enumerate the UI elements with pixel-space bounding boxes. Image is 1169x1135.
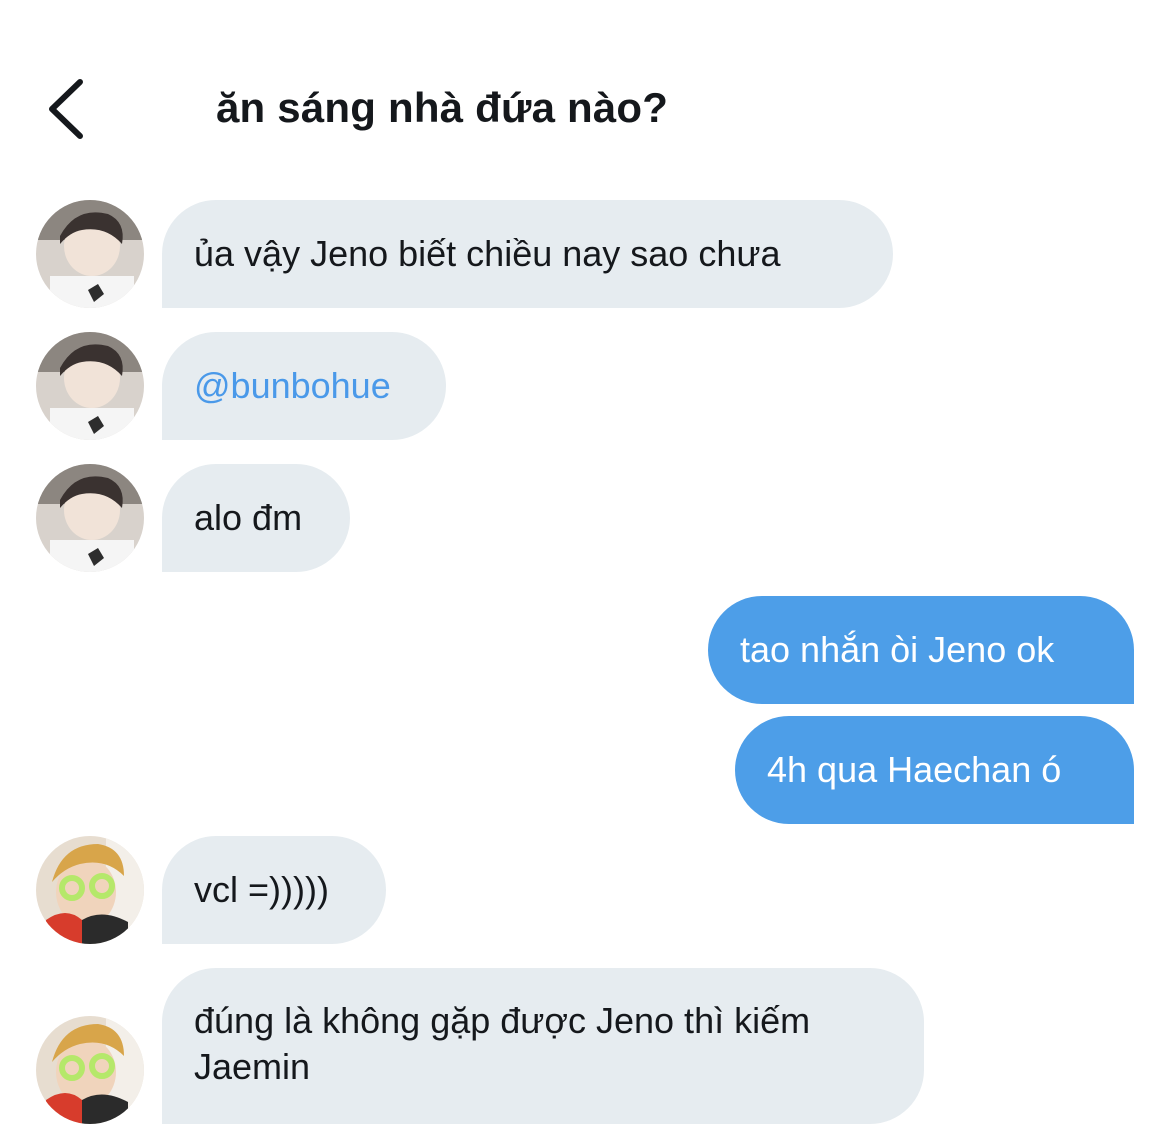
message-bubble[interactable]: tao nhắn òi Jeno ok <box>708 596 1134 704</box>
message-bubble[interactable]: đúng là không gặp được Jeno thì kiếm Jae… <box>162 968 924 1124</box>
avatar[interactable] <box>36 1016 144 1124</box>
message-bubble[interactable]: ủa vậy Jeno biết chiều nay sao chưa <box>162 200 893 308</box>
avatar[interactable] <box>36 464 144 572</box>
message-bubble[interactable]: vcl =))))) <box>162 836 386 944</box>
message-thread[interactable]: ủa vậy Jeno biết chiều nay sao chưa @bun… <box>0 0 1169 1135</box>
avatar[interactable] <box>36 200 144 308</box>
avatar[interactable] <box>36 332 144 440</box>
message-bubble[interactable]: 4h qua Haechan ó <box>735 716 1134 824</box>
mention-link[interactable]: @bunbohue <box>194 365 391 406</box>
message-bubble[interactable]: @bunbohue <box>162 332 446 440</box>
avatar[interactable] <box>36 836 144 944</box>
message-bubble[interactable]: alo đm <box>162 464 350 572</box>
